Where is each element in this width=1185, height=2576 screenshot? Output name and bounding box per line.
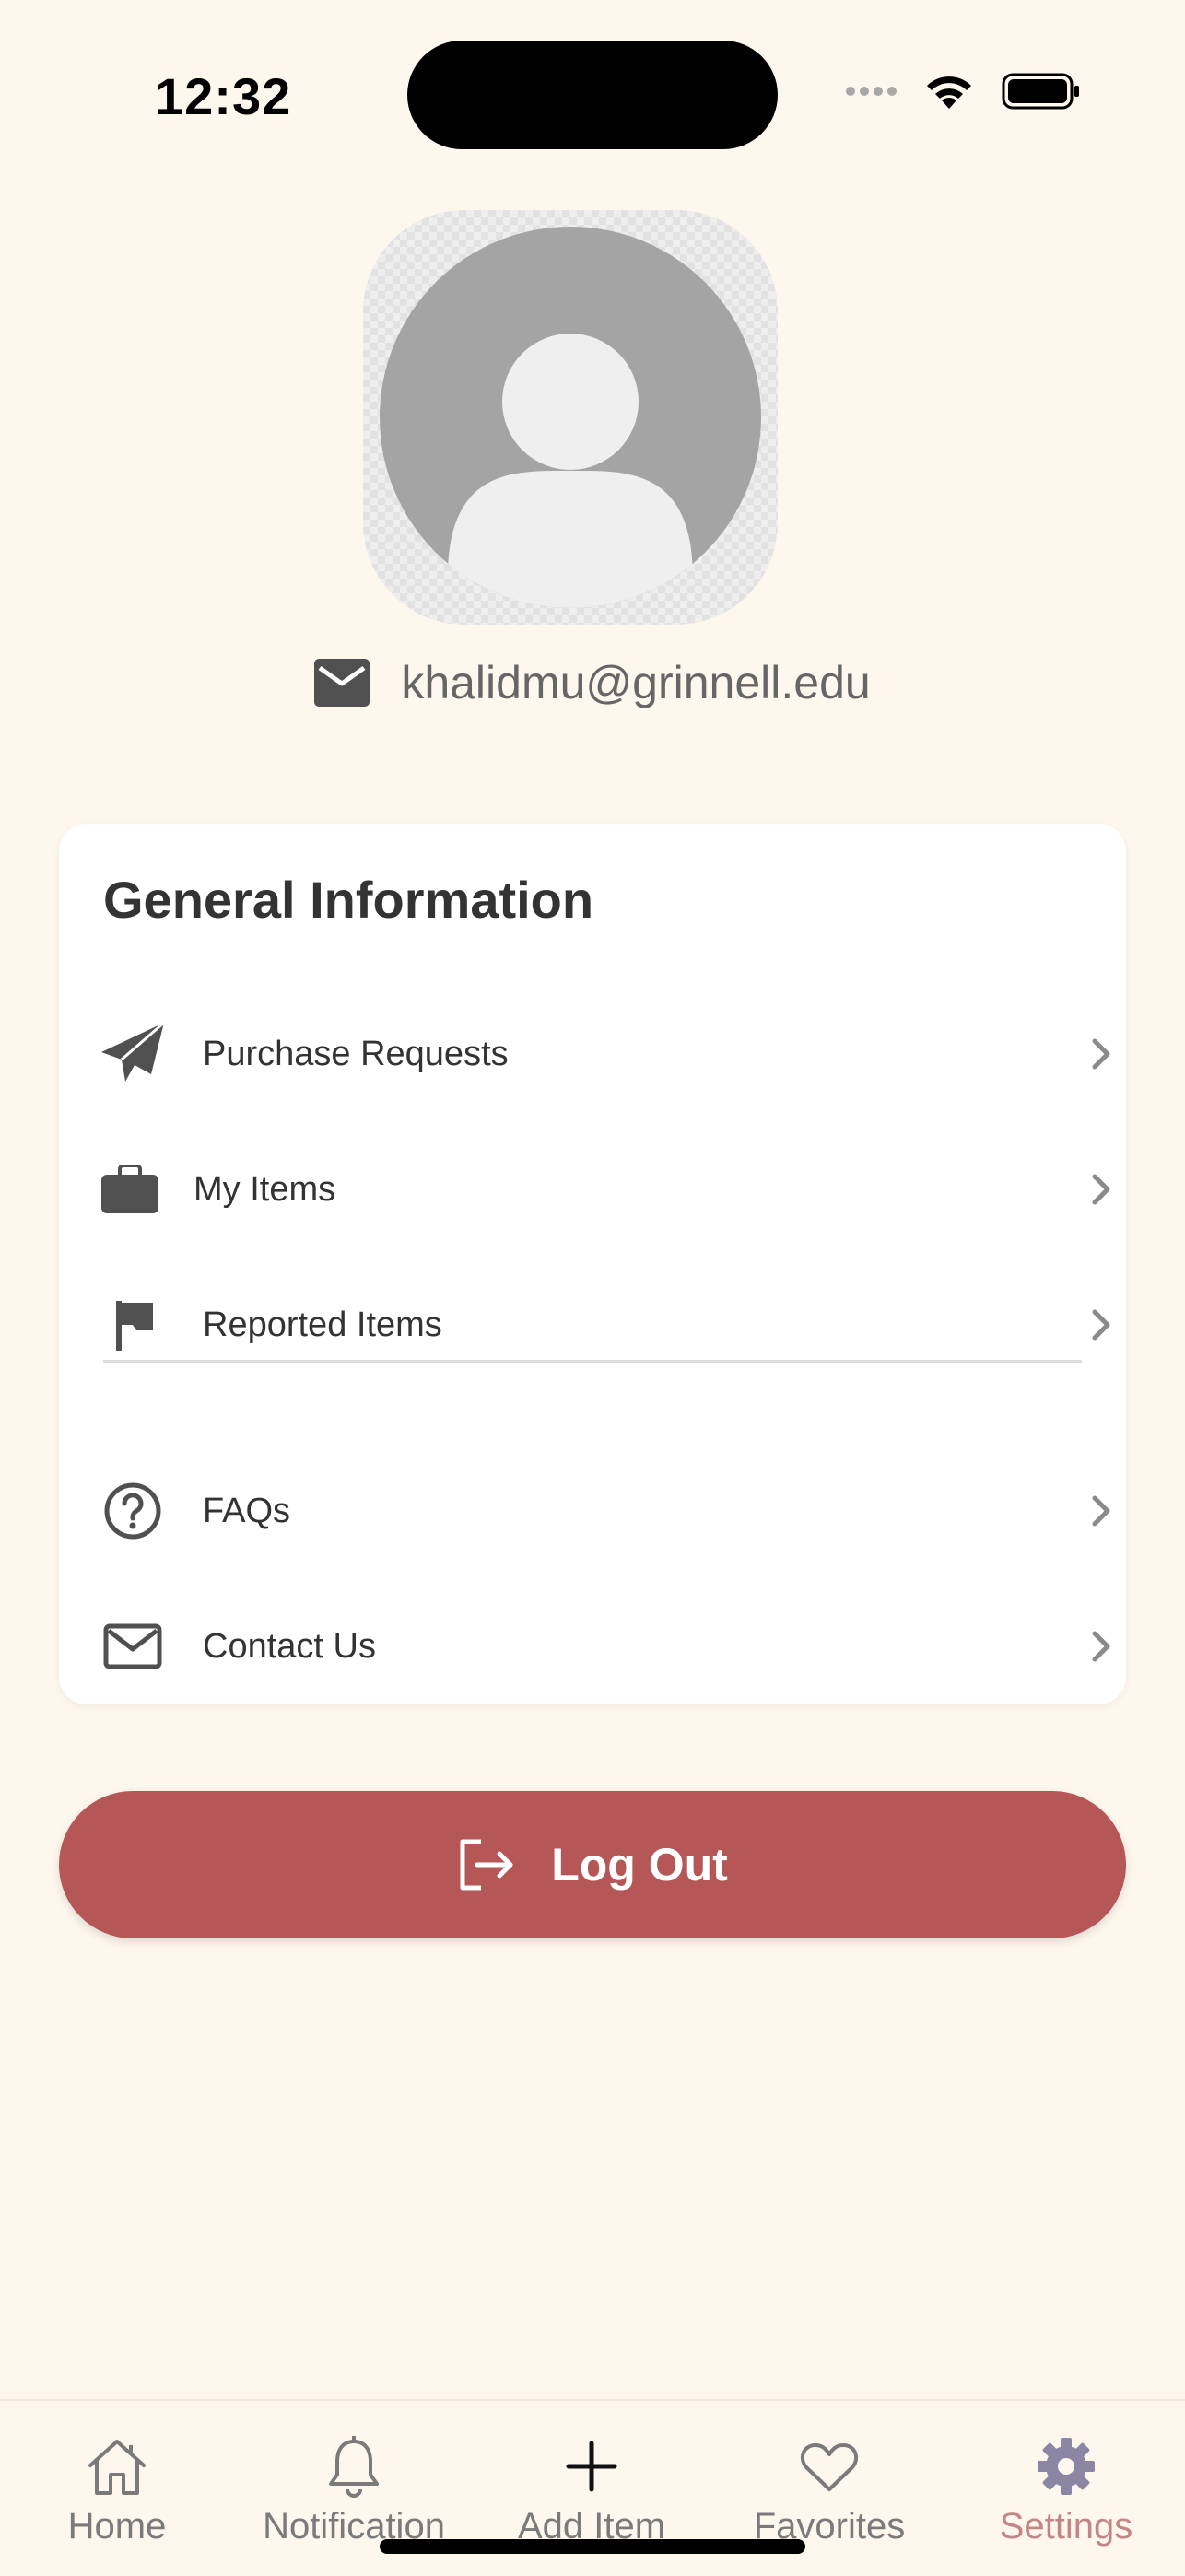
cellular-signal-icon (846, 87, 897, 96)
section-divider (103, 1360, 1082, 1363)
status-indicators (846, 72, 1081, 111)
menu-item-label: Purchase Requests (203, 1034, 509, 1073)
tab-label: Home (67, 2506, 167, 2547)
mail-icon (314, 659, 370, 707)
tab-add-item[interactable]: Add Item (476, 2434, 707, 2554)
tab-settings[interactable]: Settings (951, 2434, 1181, 2554)
chevron-right-icon (1092, 1174, 1110, 1205)
gear-icon (1038, 2438, 1095, 2495)
menu-item-purchase-requests[interactable]: Purchase Requests (59, 999, 1126, 1109)
plus-icon (566, 2441, 617, 2492)
question-circle-icon (100, 1478, 166, 1544)
profile-avatar[interactable] (363, 210, 778, 625)
status-time: 12:32 (155, 67, 292, 125)
menu-item-label: FAQs (203, 1491, 291, 1530)
heart-icon (800, 2443, 859, 2491)
home-indicator (380, 2539, 805, 2554)
email-row: khalidmu@grinnell.edu (0, 656, 1185, 709)
menu-item-faqs[interactable]: FAQs (59, 1456, 1126, 1566)
logout-label: Log Out (551, 1839, 728, 1891)
battery-icon (1002, 73, 1079, 110)
dynamic-island (407, 41, 778, 149)
card-title: General Information (103, 871, 594, 929)
tab-label: Settings (999, 2506, 1133, 2547)
general-information-card: General Information Purchase Requests My (59, 824, 1126, 1704)
briefcase-icon (101, 1156, 158, 1223)
bell-icon (329, 2436, 379, 2498)
flag-icon (100, 1292, 166, 1358)
menu-item-label: My Items (194, 1169, 336, 1209)
menu-item-reported-items[interactable]: Reported Items (59, 1270, 1126, 1380)
chevron-right-icon (1092, 1631, 1110, 1662)
menu-item-contact-us[interactable]: Contact Us (59, 1591, 1126, 1702)
tab-notification[interactable]: Notification (239, 2434, 469, 2554)
menu-item-my-items[interactable]: My Items (59, 1134, 1126, 1245)
chevron-right-icon (1092, 1038, 1110, 1070)
menu-item-label: Reported Items (203, 1305, 442, 1344)
chevron-right-icon (1092, 1495, 1110, 1527)
settings-screen: 12:32 khalidmu@grinnell.edu General Info… (0, 0, 1185, 2576)
paper-plane-icon (100, 1021, 166, 1087)
wifi-icon (927, 76, 971, 109)
tab-home[interactable]: Home (2, 2434, 232, 2554)
menu-item-label: Contact Us (203, 1626, 376, 1666)
default-user-icon (380, 227, 761, 608)
envelope-outline-icon (100, 1613, 166, 1680)
user-email: khalidmu@grinnell.edu (401, 657, 871, 708)
logout-button[interactable]: Log Out (59, 1791, 1126, 1938)
chevron-right-icon (1092, 1309, 1110, 1341)
home-icon (88, 2440, 146, 2495)
tab-favorites[interactable]: Favorites (714, 2434, 944, 2554)
logout-icon (460, 1839, 513, 1891)
